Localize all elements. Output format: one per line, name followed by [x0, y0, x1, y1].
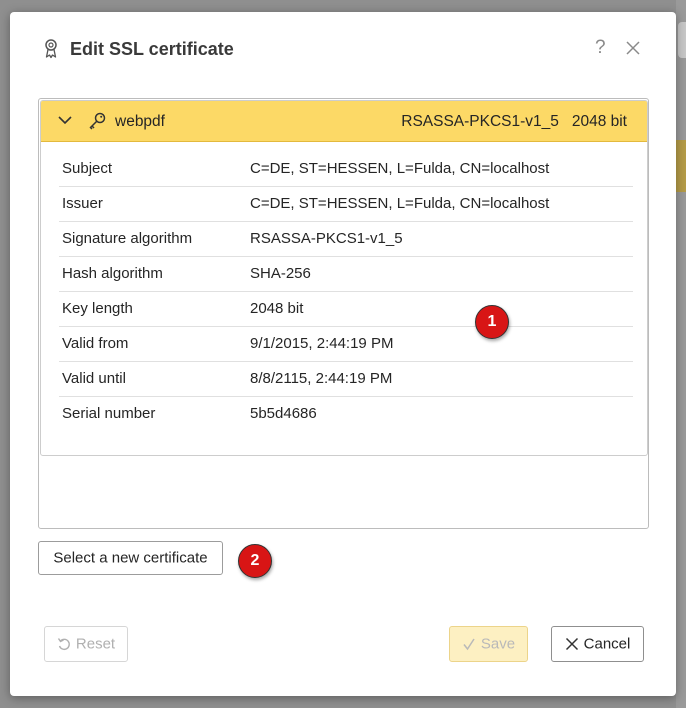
detail-value: 8/8/2115, 2:44:19 PM [250, 370, 393, 387]
certificate-list-box: webpdf RSASSA-PKCS1-v1_5 2048 bit Subjec… [38, 98, 649, 529]
detail-label: Key length [62, 300, 133, 317]
certificate-ribbon-icon [45, 39, 57, 59]
detail-row-signature-algorithm: Signature algorithm RSASSA-PKCS1-v1_5 [59, 222, 633, 257]
detail-label: Serial number [62, 405, 156, 422]
detail-value: 5b5d4686 [250, 405, 317, 422]
detail-label: Hash algorithm [62, 265, 163, 282]
detail-label: Valid from [62, 335, 129, 352]
select-new-certificate-button[interactable]: Select a new certificate [38, 541, 223, 575]
certificate-name: webpdf [115, 113, 165, 130]
key-icon [89, 112, 106, 130]
detail-label: Valid until [62, 370, 126, 387]
edit-ssl-dialog: Edit SSL certificate ? webpdf RSASSA-PKC… [10, 12, 676, 696]
close-icon[interactable] [623, 38, 643, 58]
reset-button[interactable]: Reset [44, 626, 128, 662]
background-field [678, 22, 686, 58]
dialog-title: Edit SSL certificate [70, 39, 234, 59]
detail-row-valid-from: Valid from 9/1/2015, 2:44:19 PM [59, 327, 633, 362]
detail-value: 9/1/2015, 2:44:19 PM [250, 335, 394, 352]
detail-value: 2048 bit [250, 300, 304, 317]
select-new-certificate-label: Select a new certificate [53, 549, 208, 567]
detail-value: RSASSA-PKCS1-v1_5 [250, 230, 403, 247]
detail-row-hash-algorithm: Hash algorithm SHA-256 [59, 257, 633, 292]
certificate-key-size: 2048 bit [571, 113, 627, 130]
certificate-algorithm: RSASSA-PKCS1-v1_5 [401, 113, 559, 130]
detail-label: Issuer [62, 195, 103, 212]
close-icon [565, 638, 578, 651]
detail-row-issuer: Issuer C=DE, ST=HESSEN, L=Fulda, CN=loca… [59, 187, 633, 222]
undo-icon [57, 638, 70, 651]
background-app [676, 0, 686, 708]
detail-row-key-length: Key length 2048 bit [59, 292, 633, 327]
cancel-button[interactable]: Cancel [551, 626, 644, 662]
certificate-panel: webpdf RSASSA-PKCS1-v1_5 2048 bit Subjec… [40, 100, 648, 456]
checkmark-icon [463, 638, 475, 651]
callout-badge-1: 1 [475, 305, 509, 339]
detail-label: Subject [62, 160, 113, 177]
reset-label: Reset [75, 635, 116, 653]
detail-value: C=DE, ST=HESSEN, L=Fulda, CN=localhost [250, 195, 550, 212]
chevron-down-icon[interactable] [57, 114, 73, 126]
detail-value: C=DE, ST=HESSEN, L=Fulda, CN=localhost [250, 160, 550, 177]
certificate-details: Subject C=DE, ST=HESSEN, L=Fulda, CN=loc… [59, 152, 633, 431]
detail-label: Signature algorithm [62, 230, 193, 247]
certificate-header[interactable]: webpdf RSASSA-PKCS1-v1_5 2048 bit [41, 101, 647, 142]
background-highlight [676, 140, 686, 192]
callout-badge-2: 2 [238, 544, 272, 578]
cancel-label: Cancel [583, 635, 631, 653]
save-button[interactable]: Save [449, 626, 528, 662]
detail-row-valid-until: Valid until 8/8/2115, 2:44:19 PM [59, 362, 633, 397]
detail-row-serial-number: Serial number 5b5d4686 [59, 397, 633, 431]
detail-row-subject: Subject C=DE, ST=HESSEN, L=Fulda, CN=loc… [59, 152, 633, 187]
detail-value: SHA-256 [250, 265, 311, 282]
save-label: Save [480, 635, 516, 653]
certificate-meta: RSASSA-PKCS1-v1_5 2048 bit [401, 113, 627, 131]
help-icon[interactable]: ? [595, 37, 606, 59]
